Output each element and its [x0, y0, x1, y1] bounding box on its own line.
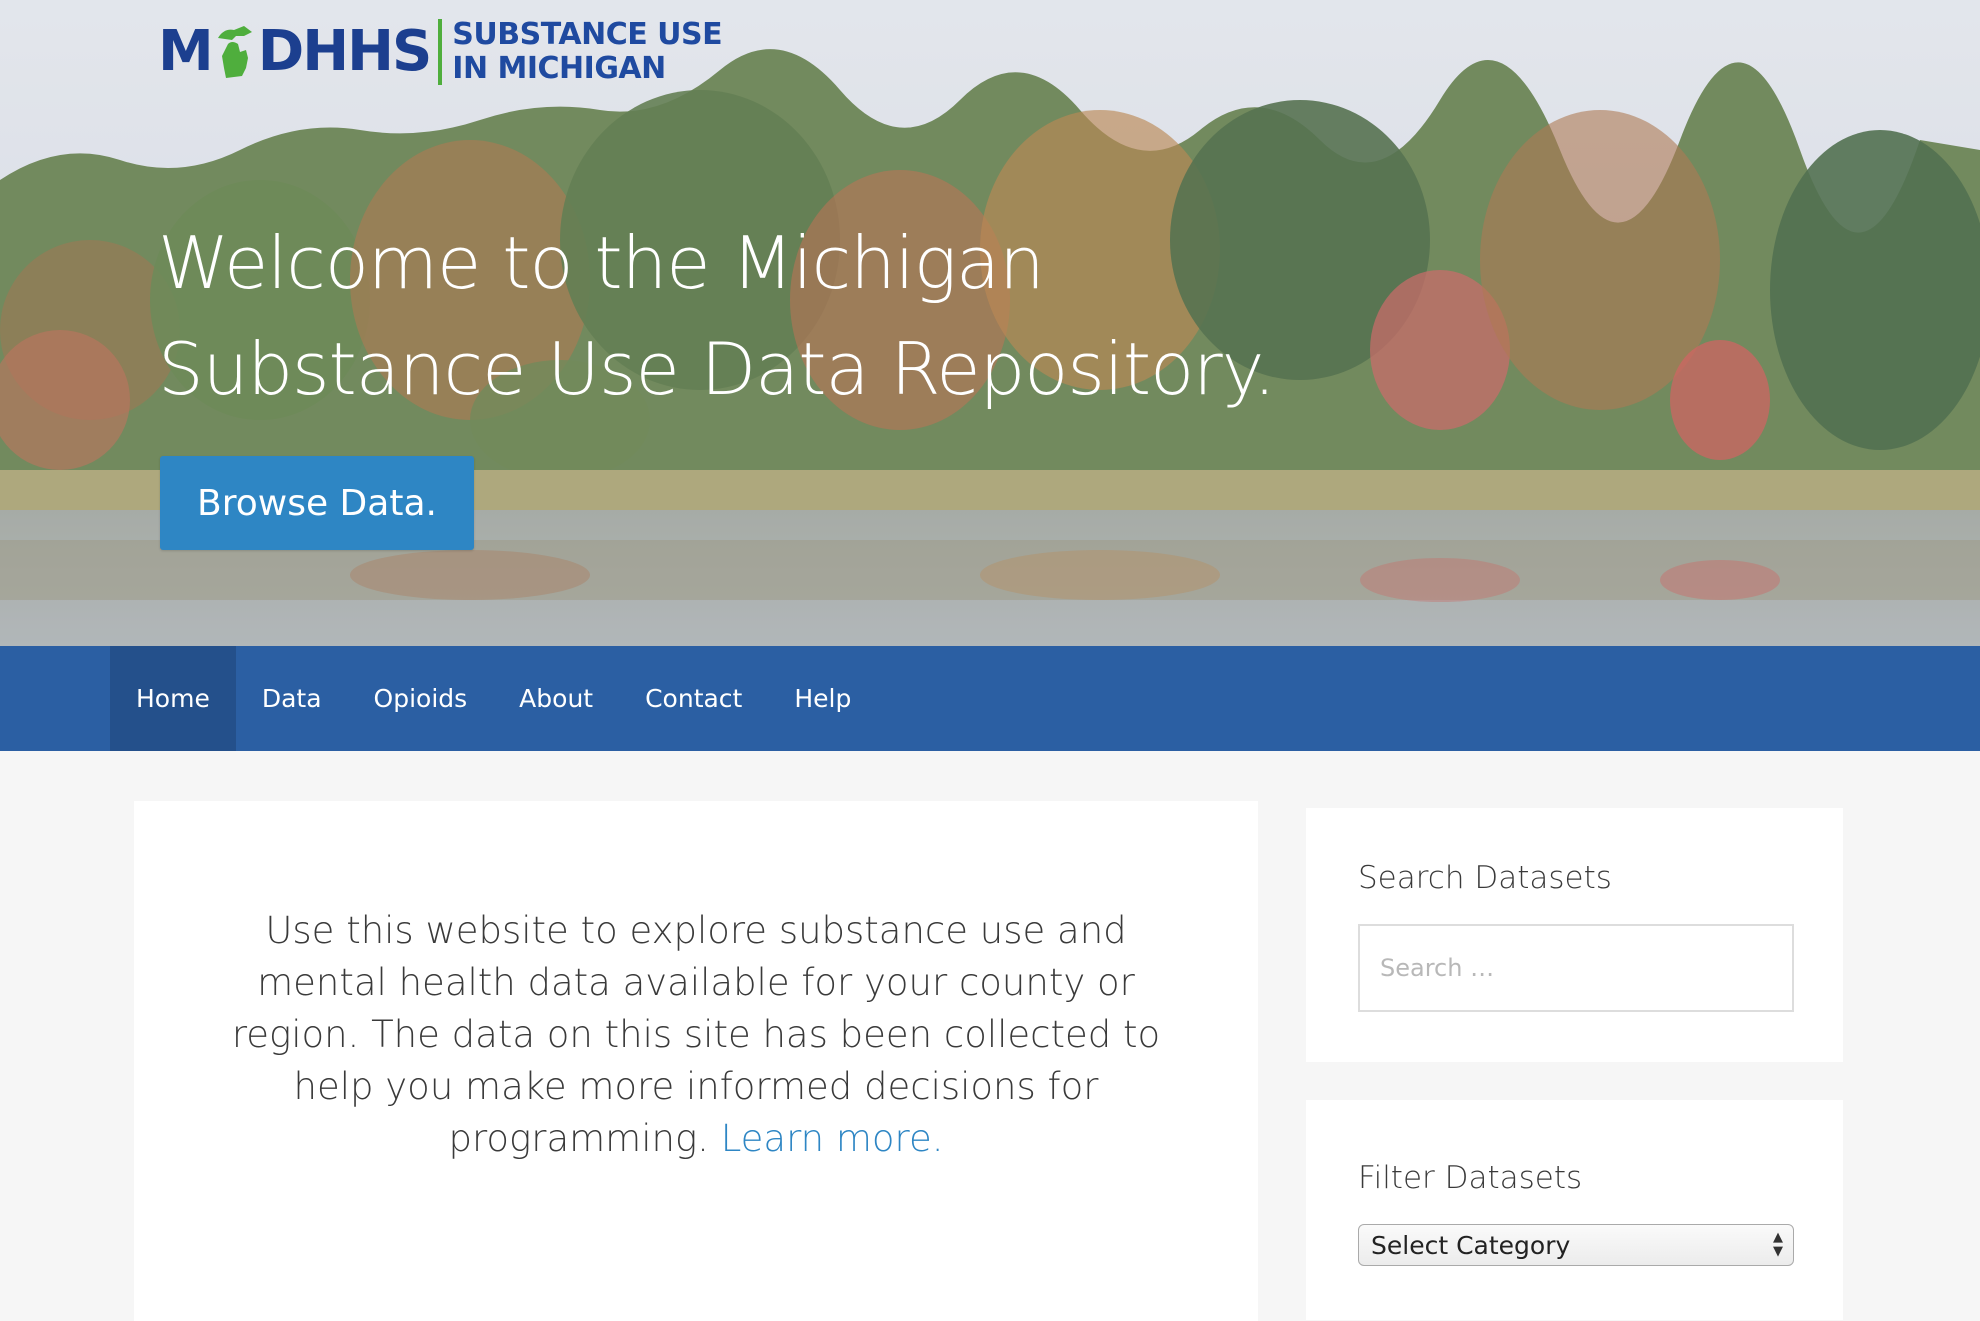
hero-banner: M DHHS SUBSTANCE USE IN MICHIGAN Welcome… — [0, 0, 1980, 646]
intro-card: Use this website to explore substance us… — [134, 801, 1258, 1321]
filter-datasets-widget: Filter Datasets Select Category ▲ ▼ — [1306, 1100, 1843, 1320]
hero-title-line1: Welcome to the Michigan — [158, 221, 1045, 305]
nav-item-contact[interactable]: Contact — [619, 646, 768, 751]
hero-title: Welcome to the Michigan Substance Use Da… — [158, 210, 1358, 422]
tagline-line1: SUBSTANCE USE — [452, 17, 723, 52]
search-input[interactable] — [1358, 924, 1794, 1012]
nav-item-opioids[interactable]: Opioids — [348, 646, 494, 751]
michigan-map-icon — [217, 26, 252, 78]
tagline-line2: IN MICHIGAN — [452, 51, 666, 86]
main-navigation: Home Data Opioids About Contact Help — [0, 646, 1980, 751]
wordmark-right: DHHS — [257, 19, 433, 84]
intro-paragraph: Use this website to explore substance us… — [204, 905, 1188, 1165]
category-select[interactable]: Select Category ▲ ▼ — [1358, 1224, 1794, 1266]
site-logo[interactable]: M DHHS SUBSTANCE USE IN MICHIGAN — [158, 16, 723, 88]
intro-text: Use this website to explore substance us… — [231, 909, 1161, 1160]
category-select-value: Select Category — [1371, 1230, 1571, 1260]
logo-divider — [438, 19, 443, 85]
nav-item-help[interactable]: Help — [768, 646, 877, 751]
mdhhs-wordmark: M DHHS — [158, 19, 433, 84]
hero-title-line2: Substance Use Data Repository. — [158, 327, 1276, 411]
wordmark-left: M — [158, 19, 214, 84]
nav-list: Home Data Opioids About Contact Help — [110, 646, 877, 751]
nav-item-home[interactable]: Home — [110, 646, 236, 751]
search-datasets-widget: Search Datasets — [1306, 808, 1843, 1062]
nav-item-data[interactable]: Data — [236, 646, 348, 751]
search-widget-title: Search Datasets — [1358, 860, 1612, 896]
select-arrows-icon: ▲ ▼ — [1773, 1230, 1783, 1259]
learn-more-link[interactable]: Learn more. — [721, 1117, 944, 1160]
browse-data-button[interactable]: Browse Data. — [160, 456, 474, 550]
nav-item-about[interactable]: About — [493, 646, 619, 751]
logo-tagline: SUBSTANCE USE IN MICHIGAN — [452, 18, 722, 86]
filter-widget-title: Filter Datasets — [1358, 1160, 1583, 1196]
